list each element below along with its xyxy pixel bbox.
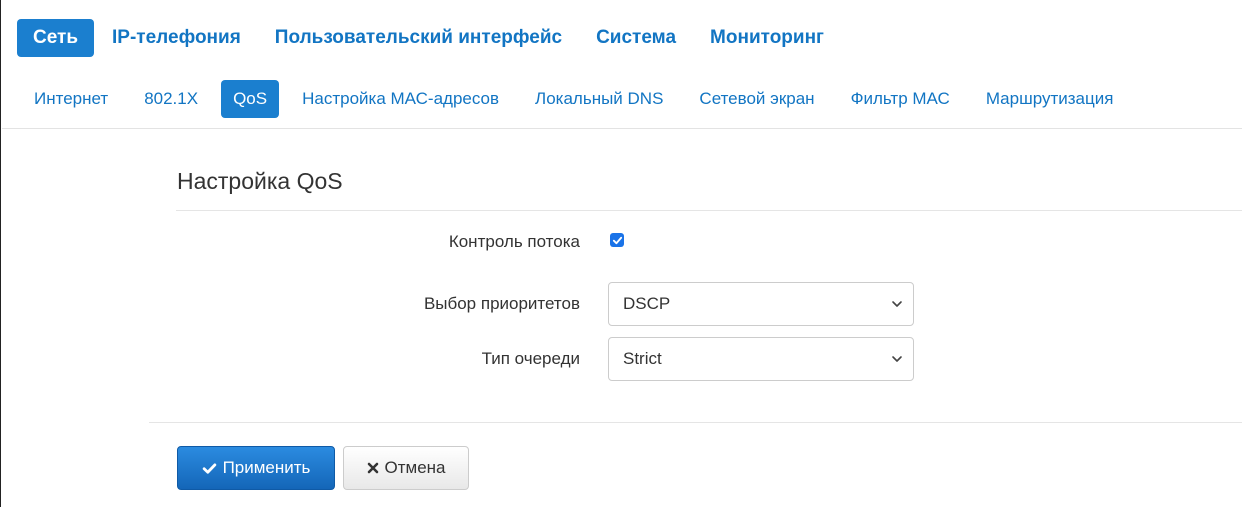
flow-control-checkbox[interactable]	[610, 233, 624, 247]
sub-nav-item-firewall[interactable]: Сетевой экран	[686, 80, 827, 118]
check-icon	[612, 236, 622, 244]
sub-nav-item-local-dns[interactable]: Локальный DNS	[522, 80, 676, 118]
priority-select[interactable]: DSCP	[608, 282, 914, 326]
top-nav-item-monitoring[interactable]: Мониторинг	[694, 19, 840, 57]
app-frame: Сеть IP-телефония Пользовательский интер…	[0, 0, 1242, 507]
queue-type-value: Strict	[623, 349, 662, 368]
check-icon	[202, 461, 217, 476]
priority-select-value: DSCP	[623, 294, 671, 313]
close-icon	[367, 462, 379, 474]
cancel-button[interactable]: Отмена	[343, 446, 469, 490]
top-nav-item-network[interactable]: Сеть	[17, 19, 95, 57]
top-nav-item-ip-telephony[interactable]: IP-телефония	[96, 19, 257, 57]
top-nav: Сеть IP-телефония Пользовательский интер…	[17, 19, 842, 57]
chevron-down-icon	[892, 356, 902, 362]
sub-nav-item-qos[interactable]: QoS	[221, 80, 280, 118]
sub-nav-item-internet[interactable]: Интернет	[21, 80, 121, 118]
sub-nav: Интернет 802.1X QoS Настройка МАС-адресо…	[21, 80, 1136, 118]
sub-nav-item-mac-settings[interactable]: Настройка МАС-адресов	[289, 80, 512, 118]
queue-type-label: Тип очереди	[481, 349, 580, 368]
chevron-down-icon	[892, 301, 902, 307]
top-nav-item-system[interactable]: Система	[580, 19, 692, 57]
priority-select-label: Выбор приоритетов	[423, 294, 580, 313]
apply-button[interactable]: Применить	[177, 446, 335, 490]
queue-type-select[interactable]: Strict	[608, 337, 914, 381]
sub-nav-item-8021x[interactable]: 802.1X	[131, 80, 211, 118]
cancel-button-label: Отмена	[384, 458, 446, 477]
sub-nav-item-mac-filter[interactable]: Фильтр МАС	[838, 80, 963, 118]
page-title: Настройка QoS	[177, 168, 343, 194]
form-divider	[149, 422, 1242, 423]
top-nav-item-user-interface[interactable]: Пользовательский интерфейс	[259, 19, 578, 57]
sub-nav-divider	[2, 128, 1242, 129]
title-divider	[176, 210, 1242, 211]
apply-button-label: Применить	[222, 458, 311, 477]
flow-control-label: Контроль потока	[448, 232, 580, 251]
sub-nav-item-routing[interactable]: Маршрутизация	[973, 80, 1127, 118]
